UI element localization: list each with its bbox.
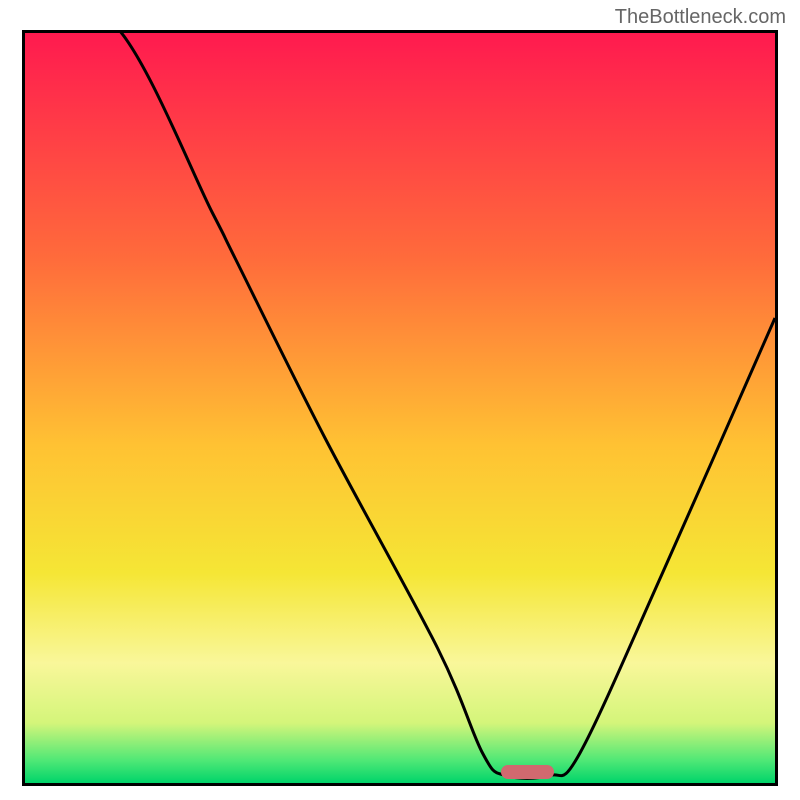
chart-container: TheBottleneck.com xyxy=(0,0,800,800)
optimal-marker xyxy=(501,765,554,779)
bottleneck-curve xyxy=(25,33,775,778)
watermark-text: TheBottleneck.com xyxy=(615,6,786,29)
curve-layer xyxy=(25,33,775,783)
plot-area xyxy=(22,30,778,786)
